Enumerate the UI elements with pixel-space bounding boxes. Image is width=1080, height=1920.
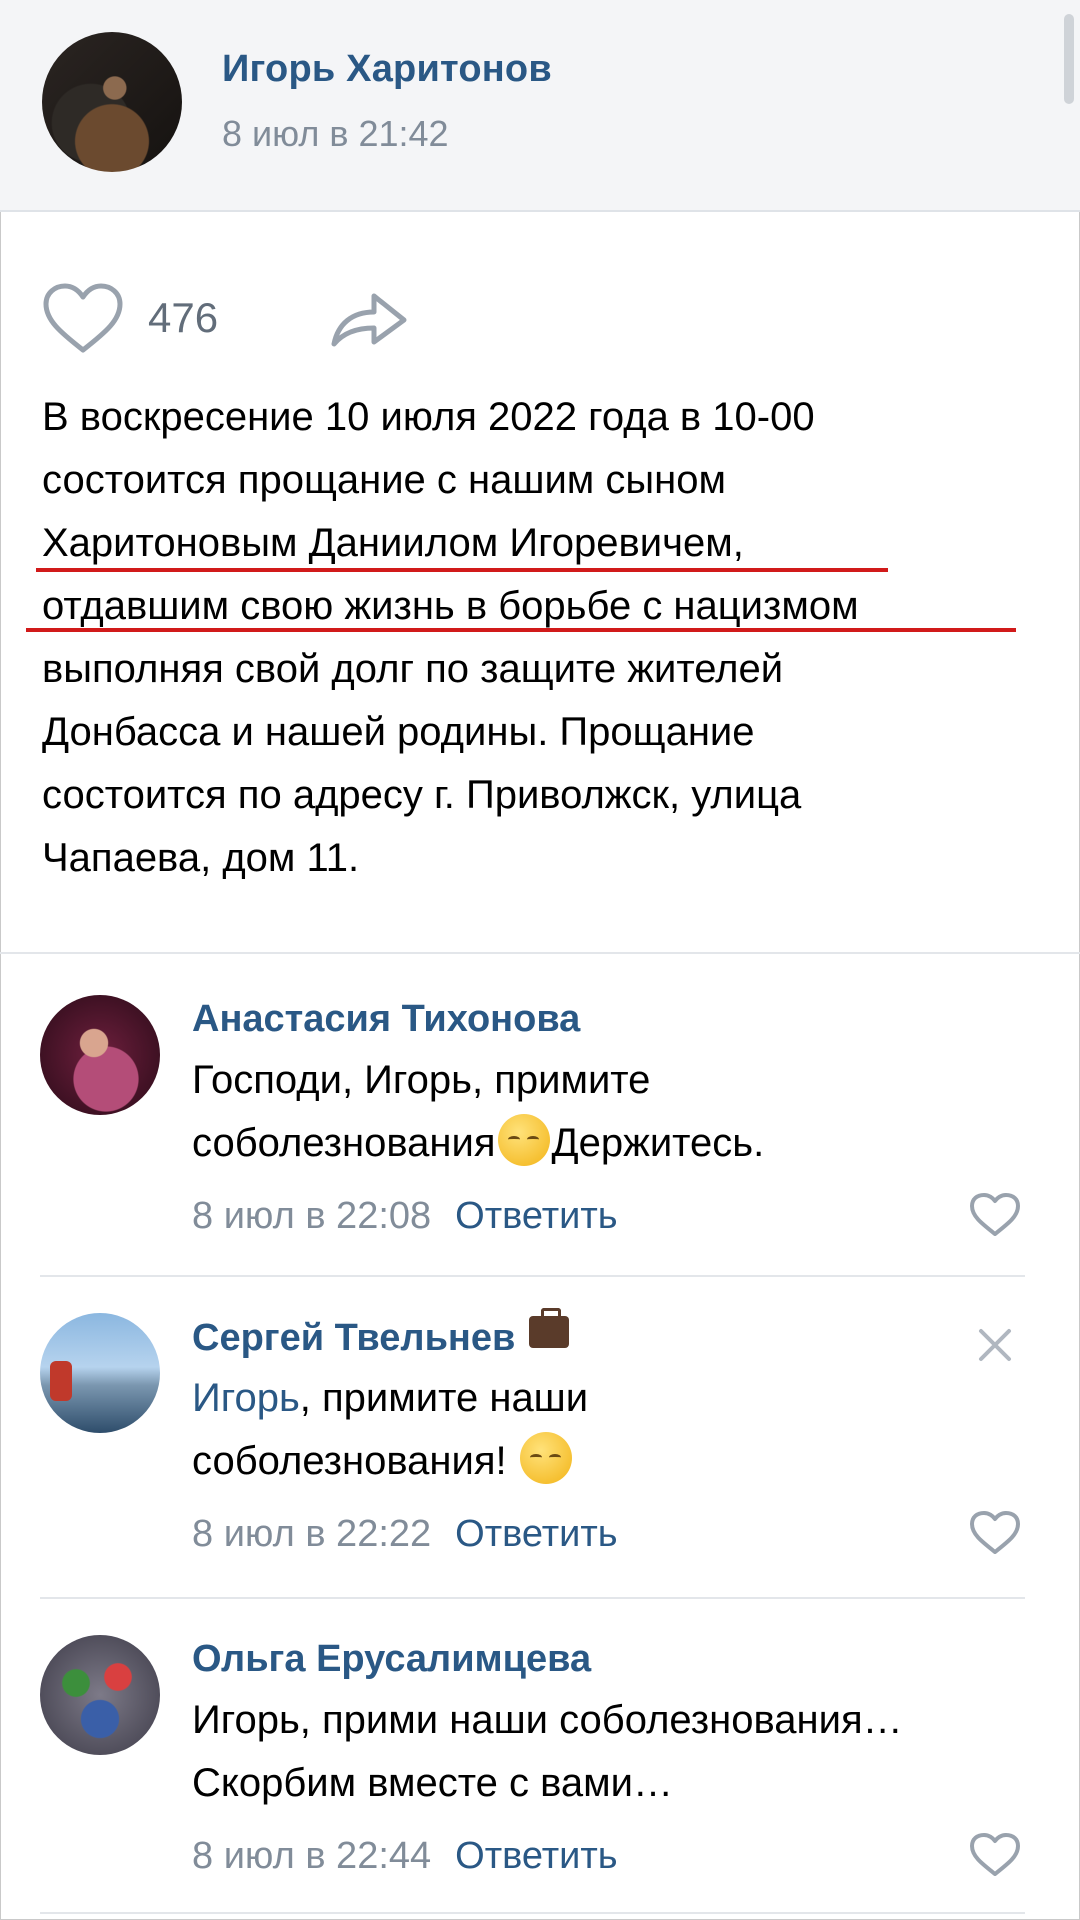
heart-icon[interactable] (968, 1510, 1022, 1556)
comment-meta: 8 июл в 22:44 Ответить (192, 1835, 618, 1878)
comment-text: Господи, Игорь, примите соболезнования Де… (192, 1049, 1012, 1175)
like-count: 476 (148, 294, 219, 341)
post-text-line: В воскресение 10 июля 2022 года в 10-00 (42, 395, 815, 439)
post-text-line: выполняя свой долг по защите жителей (42, 647, 784, 691)
red-underline-1 (36, 568, 888, 572)
comment-meta: 8 июл в 22:22 Ответить (192, 1513, 618, 1556)
post-divider (0, 952, 1080, 954)
comment-text-part: соболезнования! (192, 1439, 507, 1483)
comment-time[interactable]: 8 июл в 22:22 (192, 1513, 431, 1555)
share-icon[interactable] (328, 286, 410, 350)
comment-line: соболезнования! (192, 1430, 1012, 1493)
comment-line: Игорь, прими наши соболезнования… (192, 1698, 903, 1742)
author-name[interactable]: Игорь Харитонов (222, 48, 552, 91)
commenter-name: Сергей Твельнев (192, 1308, 570, 1360)
commenter-avatar[interactable] (40, 1313, 160, 1433)
comment-meta: 8 июл в 22:08 Ответить (192, 1195, 618, 1238)
post-text-line: Чапаева, дом 11. (42, 836, 360, 880)
post-text-line: Харитоновым Даниилом Игоревичем, (42, 521, 744, 565)
commenter-avatar[interactable] (40, 1635, 160, 1755)
comment: Анастасия Тихонова Господи, Игорь, прими… (0, 995, 1080, 1265)
comment: Ольга Ерусалимцева Игорь, прими наши соб… (0, 1635, 1080, 1905)
comment-divider (40, 1597, 1025, 1599)
heart-icon[interactable] (968, 1832, 1022, 1878)
scrollbar[interactable] (1064, 14, 1074, 104)
comment-divider (40, 1275, 1025, 1277)
commenter-avatar[interactable] (40, 995, 160, 1115)
comment-text: Игорь, прими наши соболезнования… Скорби… (192, 1689, 1012, 1815)
post-header: Игорь Харитонов 8 июл в 21:42 (0, 0, 1080, 212)
comment-time[interactable]: 8 июл в 22:08 (192, 1195, 431, 1237)
heart-icon[interactable] (40, 282, 126, 356)
pensive-emoji-icon (497, 1114, 550, 1166)
close-icon[interactable] (975, 1325, 1015, 1365)
post-text-line: состоится по адресу г. Приволжск, улица (42, 773, 802, 817)
commenter-name-text[interactable]: Сергей Твельнев (192, 1317, 515, 1359)
comment-line: Игорь, примите наши (192, 1367, 1012, 1430)
author-avatar[interactable] (42, 32, 182, 172)
comment: Сергей Твельнев Игорь, примите наши собо… (0, 1308, 1080, 1583)
post-text-line: состоится прощание с нашим сыном (42, 458, 726, 502)
comment-text-part: , примите наши (299, 1376, 589, 1420)
comment-line: Господи, Игорь, примите (192, 1058, 651, 1102)
reply-button[interactable]: Ответить (455, 1195, 617, 1237)
commenter-name[interactable]: Анастасия Тихонова (192, 998, 580, 1041)
pensive-emoji-icon (519, 1432, 572, 1484)
comment-text-part: соболезнования (192, 1121, 496, 1165)
post-date[interactable]: 8 июл в 21:42 (222, 113, 449, 155)
heart-icon[interactable] (968, 1192, 1022, 1238)
comment-text-part: Держитесь. (551, 1121, 765, 1165)
mention-link[interactable]: Игорь (192, 1376, 300, 1420)
briefcase-icon (529, 1308, 570, 1348)
comment-line: Скорбим вместе с вами… (192, 1761, 673, 1805)
post-text: В воскресение 10 июля 2022 года в 10-00 … (42, 386, 1042, 890)
comment-time[interactable]: 8 июл в 22:44 (192, 1835, 431, 1877)
comment-divider (40, 1912, 1025, 1914)
commenter-name[interactable]: Ольга Ерусалимцева (192, 1638, 591, 1681)
comment-line: соболезнования Держитесь. (192, 1112, 1012, 1175)
post-text-line: Донбасса и нашей родины. Прощание (42, 710, 755, 754)
comment-text: Игорь, примите наши соболезнования! (192, 1367, 1012, 1493)
reply-button[interactable]: Ответить (455, 1513, 617, 1555)
red-underline-2 (26, 628, 1016, 632)
reply-button[interactable]: Ответить (455, 1835, 617, 1877)
post-actions: 476 (40, 282, 540, 353)
